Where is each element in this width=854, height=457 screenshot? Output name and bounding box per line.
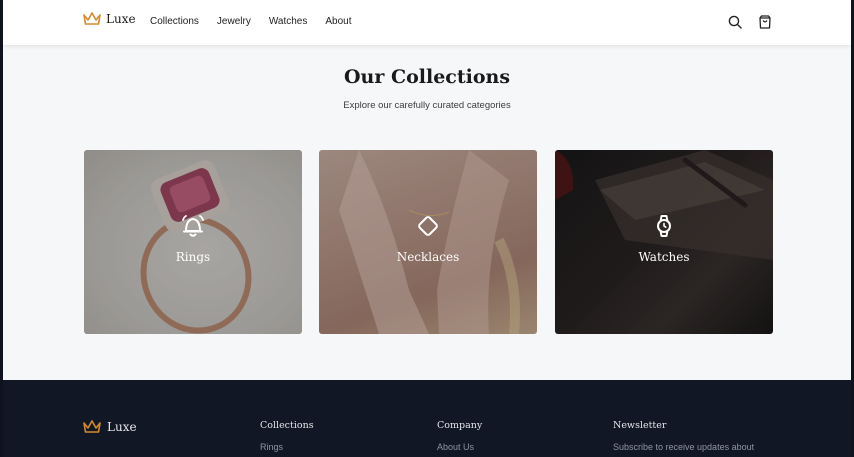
page-frame: Luxe Collections Jewelry Watches About O… <box>3 0 851 457</box>
footer-col-newsletter: Newsletter Subscribe to receive updates … <box>613 420 754 452</box>
section-title: Our Collections <box>343 66 511 88</box>
necklaces-label: Necklaces <box>396 250 460 264</box>
footer-brand-name: Luxe <box>107 420 137 434</box>
collection-card-necklaces[interactable]: Necklaces <box>319 150 537 334</box>
necklaces-content: Necklaces <box>319 212 537 264</box>
rings-label: Rings <box>175 250 211 264</box>
shopping-bag-icon[interactable] <box>757 14 773 30</box>
nav-watches[interactable]: Watches <box>269 16 308 27</box>
brand-name: Luxe <box>106 12 136 26</box>
nav-jewelry[interactable]: Jewelry <box>217 16 251 27</box>
collection-card-watches[interactable]: Watches <box>555 150 773 334</box>
crown-icon <box>83 12 101 25</box>
watches-content: Watches <box>555 212 773 264</box>
footer-link-about-us[interactable]: About Us <box>437 442 482 452</box>
section-subtitle: Explore our carefully curated categories <box>343 100 511 111</box>
footer-heading-newsletter: Newsletter <box>613 420 667 431</box>
bell-icon <box>182 215 204 237</box>
footer-col-collections: Collections Rings <box>260 420 314 452</box>
search-icon[interactable] <box>727 14 743 30</box>
footer-brand[interactable]: Luxe <box>83 420 137 434</box>
main-nav: Collections Jewelry Watches About <box>150 16 352 27</box>
footer-link-rings[interactable]: Rings <box>260 442 314 452</box>
nav-about[interactable]: About <box>325 16 351 27</box>
footer-col-company: Company About Us <box>437 420 482 452</box>
watch-icon <box>657 215 671 237</box>
crown-icon <box>83 420 101 433</box>
diamond-icon <box>418 216 438 236</box>
rings-content: Rings <box>84 212 302 264</box>
newsletter-description: Subscribe to receive updates about <box>613 442 755 452</box>
footer-heading-collections: Collections <box>260 420 314 431</box>
watches-label: Watches <box>638 250 690 264</box>
site-footer: Luxe Collections Rings Company About Us … <box>3 380 851 457</box>
footer-heading-company: Company <box>437 420 483 431</box>
header-actions <box>727 14 773 30</box>
site-header: Luxe Collections Jewelry Watches About <box>3 0 851 45</box>
nav-collections[interactable]: Collections <box>150 16 199 27</box>
brand-logo[interactable]: Luxe <box>83 12 136 26</box>
collection-card-rings[interactable]: Rings <box>84 150 302 334</box>
